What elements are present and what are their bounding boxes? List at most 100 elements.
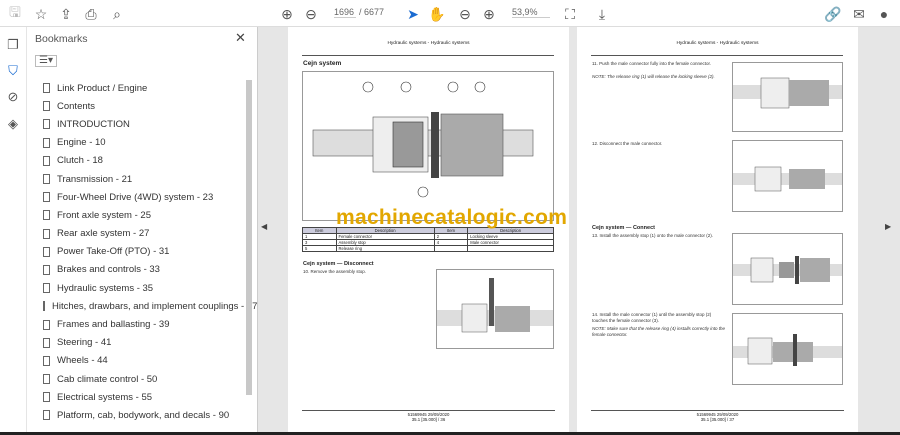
bookmark-item[interactable]: Rear axle system - 27 [27, 225, 245, 243]
bookmark-item[interactable]: Clutch - 18 [27, 152, 245, 170]
bookmark-item[interactable]: Contents [27, 97, 245, 115]
save-icon[interactable]: 🖫 [5, 4, 25, 24]
bookmark-icon [43, 228, 50, 239]
pages-icon[interactable]: ❐ [4, 36, 22, 54]
bookmark-icon [43, 137, 50, 148]
section-title: Cejn system [303, 60, 342, 67]
cejn-diagram [302, 71, 554, 221]
bookmark-item[interactable]: Power Take-Off (PTO) - 31 [27, 243, 245, 261]
layers-icon[interactable]: ◈ [4, 115, 22, 133]
connector-diagram [732, 62, 843, 132]
bookmark-label: Power Take-Off (PTO) - 31 [57, 246, 170, 258]
bookmark-item[interactable]: Four-Wheel Drive (4WD) system - 23 [27, 188, 245, 206]
bookmark-item[interactable]: Front axle system - 25 [27, 206, 245, 224]
bookmark-icon [43, 174, 50, 185]
bookmark-star-icon[interactable]: ☆ [31, 4, 51, 24]
page-footer: 51569945 29/09/2020 35.1 [35.000] / 37 [577, 410, 858, 422]
bookmark-label: Contents [57, 100, 96, 112]
select-cursor-icon[interactable]: ➤ [403, 4, 423, 24]
read-mode-icon[interactable]: ⤓ [592, 4, 612, 24]
attachments-icon[interactable]: ⊘ [4, 88, 22, 106]
bookmark-item[interactable]: INTRODUCTION [27, 115, 245, 133]
bookmark-item[interactable]: Link Product / Engine [27, 79, 245, 97]
section-title: Cejn system — Connect [592, 225, 655, 231]
toolbar: 🖫 ☆ ⇪ ⎙ ⌕ ⊕ ⊖ 1696 / 6677 ➤ ✋ ⊖ ⊕ 53,9% … [0, 0, 900, 27]
bookmark-icon [43, 246, 50, 257]
bookmark-icon [43, 192, 50, 203]
page-number-input[interactable]: 1696 [334, 7, 356, 18]
page-footer: 51569945 29/09/2020 35.1 [35.000] / 36 [288, 410, 569, 422]
bookmark-label: Wheels - 44 [57, 355, 108, 367]
bookmark-icon [43, 392, 50, 403]
account-icon[interactable]: ● [874, 4, 894, 24]
bookmark-icon [43, 355, 50, 366]
bookmark-item[interactable]: Wheels - 44 [27, 352, 245, 370]
step-text: 12. Disconnect the male connector. [592, 141, 663, 146]
bookmark-options-button[interactable]: ☰▾ [35, 55, 57, 67]
zoom-in-icon[interactable]: ⊕ [479, 4, 499, 24]
note-text: NOTE: Make sure that the release ring (4… [592, 326, 726, 337]
bookmark-label: Transmission - 21 [57, 173, 133, 185]
bookmark-item[interactable]: Cab climate control - 50 [27, 370, 245, 388]
bookmark-icon [43, 210, 50, 221]
bookmark-label: INTRODUCTION [57, 118, 130, 130]
step-text: 11. Push the male connector fully into t… [592, 61, 711, 66]
bookmark-item[interactable]: Engine - 10 [27, 134, 245, 152]
bookmark-icon [43, 337, 50, 348]
bookmark-icon [43, 410, 50, 421]
bookmark-label: Brakes and controls - 33 [57, 264, 160, 276]
step-text: 10. Remove the assembly stop. [303, 269, 367, 274]
bookmark-item[interactable]: Frames and ballasting - 39 [27, 315, 245, 333]
bookmark-label: Electrical systems - 55 [57, 391, 153, 403]
bookmark-icon [43, 155, 50, 166]
print-icon[interactable]: ⎙ [81, 4, 101, 24]
bookmark-icon [43, 319, 50, 330]
bookmark-icon [43, 301, 45, 312]
bookmark-icon [43, 264, 50, 275]
page-up-icon[interactable]: ⊕ [277, 4, 297, 24]
bookmark-item[interactable]: Steering - 41 [27, 334, 245, 352]
bookmark-item[interactable]: Brakes and controls - 33 [27, 261, 245, 279]
panel-title: Bookmarks [35, 33, 88, 45]
left-tool-rail: ❐ ⛉ ⊘ ◈ [0, 27, 27, 432]
bookmark-icon [43, 374, 50, 385]
bookmark-icon [43, 119, 50, 130]
bookmark-label: Frames and ballasting - 39 [57, 319, 170, 331]
upload-icon[interactable]: ⇪ [56, 4, 76, 24]
bookmark-label: Hydraulic systems - 35 [57, 282, 154, 294]
bookmark-label: Link Product / Engine [57, 82, 148, 94]
bookmark-label: Cab climate control - 50 [57, 373, 158, 385]
watermark: machinecatalogic.com [336, 206, 568, 229]
next-page-arrow-icon[interactable]: ▶ [885, 222, 891, 231]
previous-page-arrow-icon[interactable]: ◀ [261, 222, 267, 231]
search-icon[interactable]: ⌕ [107, 4, 127, 24]
hand-tool-icon[interactable]: ✋ [427, 4, 447, 24]
disconnect-diagram [436, 269, 554, 349]
bookmark-item[interactable]: Hydraulic systems - 35 [27, 279, 245, 297]
bookmark-item[interactable]: Transmission - 21 [27, 170, 245, 188]
zoom-level-select[interactable]: 53,9% [512, 7, 550, 18]
bookmark-label: Front axle system - 25 [57, 209, 151, 221]
bookmark-icon [43, 283, 50, 294]
page-down-icon[interactable]: ⊖ [301, 4, 321, 24]
bookmark-item[interactable]: Electrical systems - 55 [27, 388, 245, 406]
share-link-icon[interactable]: 🔗 [823, 4, 843, 24]
bookmark-icon [43, 101, 50, 112]
bookmark-label: Engine - 10 [57, 137, 106, 149]
page-total: / 6677 [359, 7, 385, 17]
step-text: 13. Install the assembly stop (1) onto t… [592, 233, 714, 238]
close-icon[interactable]: ✕ [235, 30, 246, 46]
section-title: Cejn system — Disconnect [303, 261, 374, 267]
page-header: Hydraulic systems - Hydraulic systems [676, 41, 759, 46]
bookmark-label: Rear axle system - 27 [57, 228, 150, 240]
bookmarks-icon[interactable]: ⛉ [4, 62, 22, 80]
bookmark-icon [43, 83, 50, 94]
bookmark-item[interactable]: Platform, cab, bodywork, and decals - 90 [27, 406, 245, 424]
install-diagram [732, 313, 843, 385]
fit-page-icon[interactable]: ⛶ [560, 4, 580, 24]
email-icon[interactable]: ✉ [849, 4, 869, 24]
bookmark-item[interactable]: Hitches, drawbars, and implement couplin… [27, 297, 257, 315]
scrollbar[interactable] [246, 80, 252, 395]
zoom-out-icon[interactable]: ⊖ [455, 4, 475, 24]
bookmark-label: Steering - 41 [57, 337, 112, 349]
